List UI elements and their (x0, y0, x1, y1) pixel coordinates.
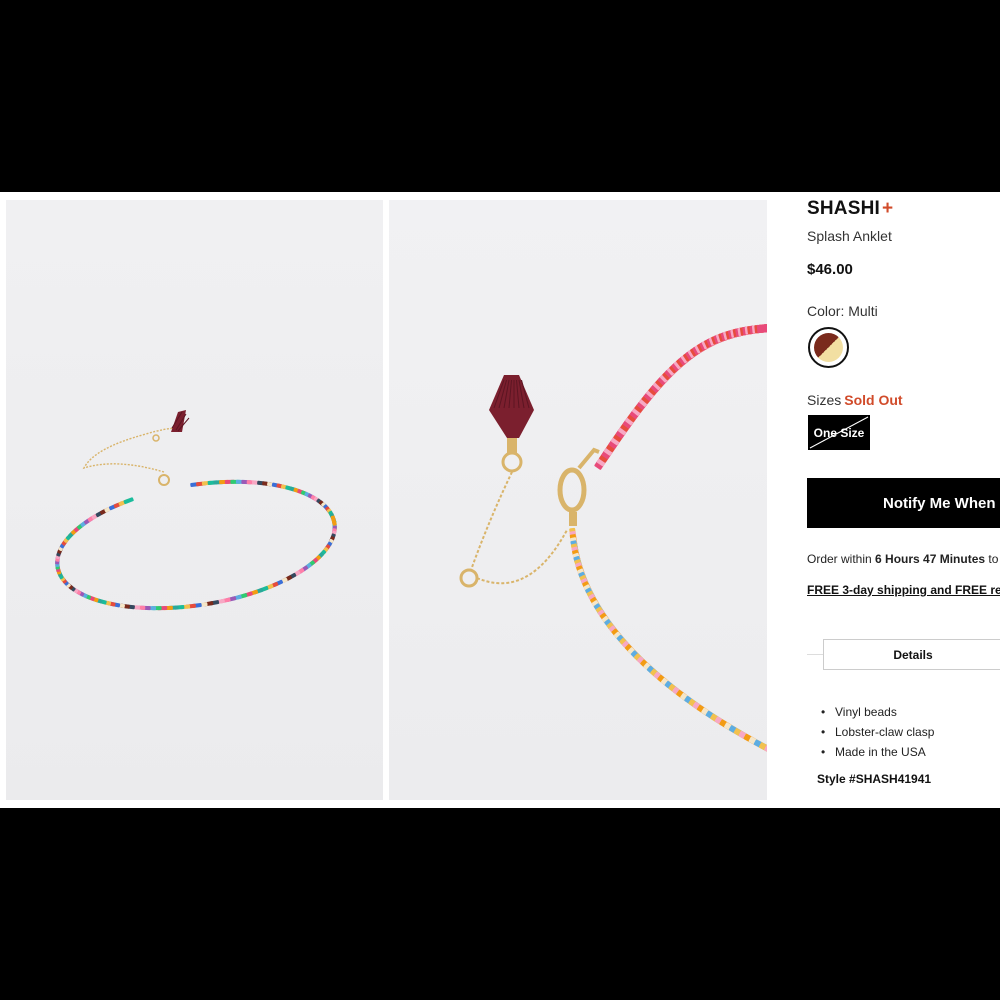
letterbox-top (0, 0, 1000, 192)
order-prefix: Order within (807, 552, 872, 566)
list-item: Vinyl beads (821, 704, 934, 724)
anklet-closeup-photo (459, 322, 767, 763)
order-suffix: to (988, 552, 999, 566)
sizes-heading: Sizes (807, 392, 842, 408)
product-image-main[interactable] (6, 200, 383, 800)
order-deadline: Order within 6 Hours 47 Minutes to (807, 552, 998, 566)
sizes-label: Sizes Sold Out (807, 392, 903, 408)
product-price: $46.00 (807, 261, 853, 278)
letterbox-bottom (0, 808, 1000, 1000)
product-info-panel: SHASHI + Splash Anklet $46.00 Color: Mult… (807, 192, 1000, 808)
product-image-closeup[interactable] (389, 200, 767, 800)
sold-out-badge: Sold Out (844, 392, 903, 408)
details-list: Vinyl beads Lobster-claw clasp Made in t… (821, 704, 934, 764)
product-page: SHASHI + Splash Anklet $46.00 Color: Mult… (0, 192, 1000, 808)
brand-label[interactable]: SHASHI (807, 198, 880, 219)
style-number: Style #SHASH41941 (817, 772, 932, 786)
color-swatch-multi[interactable] (808, 327, 849, 368)
free-shipping-link[interactable]: FREE 3-day shipping and FREE returns (807, 583, 1000, 597)
tab-details[interactable]: Details (823, 639, 1000, 670)
strikethrough-icon (809, 416, 869, 449)
list-item: Lobster-claw clasp (821, 724, 934, 744)
order-time: 6 Hours 47 Minutes (875, 552, 986, 566)
color-label: Color: Multi (807, 303, 878, 319)
brand-name[interactable]: SHASHI + (807, 198, 893, 220)
notify-me-button[interactable]: Notify Me When (807, 478, 1000, 528)
brand-plus-icon: + (882, 198, 894, 219)
swatch-fill (814, 333, 843, 362)
list-item: Made in the USA (821, 744, 934, 764)
anklet-photo (55, 410, 337, 611)
product-title: Splash Anklet (807, 228, 892, 244)
size-option-one-size[interactable]: One Size (808, 415, 870, 450)
